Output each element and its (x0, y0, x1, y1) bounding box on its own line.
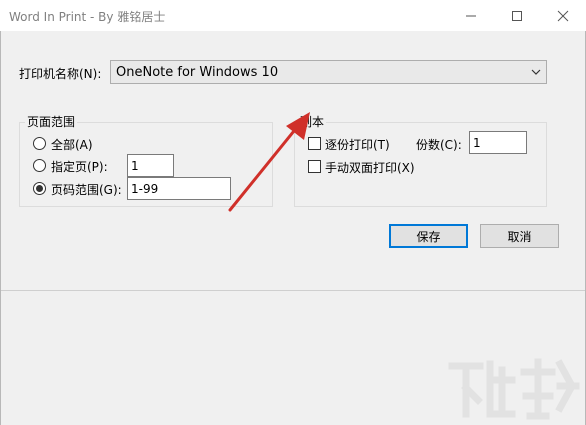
close-button[interactable] (540, 0, 585, 31)
radio-specific-label: 指定页(P): (51, 160, 108, 174)
radio-page-range[interactable] (33, 182, 46, 195)
window-border-left (0, 31, 1, 425)
maximize-button[interactable] (494, 0, 539, 31)
close-icon (557, 10, 568, 21)
page-range-input[interactable]: 1-99 (127, 177, 231, 200)
copies-count-label: 份数(C): (416, 138, 462, 152)
radio-range-label: 页码范围(G): (51, 183, 122, 197)
copies-count-input[interactable]: 1 (469, 131, 527, 154)
minimize-icon (465, 15, 476, 16)
printer-name-label: 打印机名称(N): (19, 67, 102, 81)
minimize-button[interactable] (448, 0, 493, 31)
window-title: Word In Print - By 雅铭居士 (9, 10, 166, 24)
copies-count-value: 1 (473, 136, 481, 150)
printer-select[interactable]: OneNote for Windows 10 (110, 60, 547, 84)
duplex-label: 手动双面打印(X) (325, 161, 415, 175)
annotation-arrow-icon (228, 112, 310, 212)
specific-pages-value: 1 (131, 159, 139, 173)
title-bar: Word In Print - By 雅铭居士 (0, 0, 586, 31)
cancel-button[interactable]: 取消 (480, 224, 559, 248)
page-range-value: 1-99 (131, 182, 159, 196)
printer-select-value: OneNote for Windows 10 (116, 65, 279, 80)
specific-pages-input[interactable]: 1 (127, 154, 174, 177)
page-range-title: 页面范围 (25, 113, 78, 130)
maximize-icon (511, 10, 522, 21)
radio-all[interactable] (33, 137, 46, 150)
save-button[interactable]: 保存 (389, 224, 468, 248)
collate-label: 逐份打印(T) (325, 138, 390, 152)
radio-specific-pages[interactable] (33, 159, 46, 172)
divider (1, 290, 585, 291)
chevron-down-icon (531, 69, 541, 75)
radio-all-label: 全部(A) (51, 138, 93, 152)
watermark-logo-icon (448, 358, 580, 420)
